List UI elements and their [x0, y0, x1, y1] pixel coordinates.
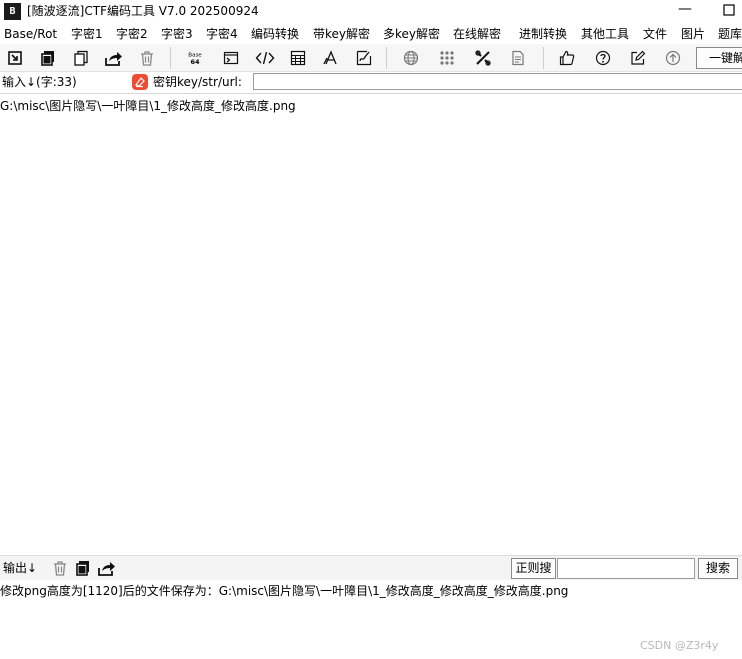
output-label: 输出↓ — [3, 561, 38, 575]
upload-icon[interactable] — [662, 48, 684, 68]
menu-encoding[interactable]: 编码转换 — [251, 26, 299, 42]
toolbar: Base 64 一键解 — [0, 44, 742, 72]
share-icon[interactable] — [103, 48, 125, 68]
regex-search-button[interactable]: 正则搜 — [511, 558, 556, 579]
app-logo-icon: B — [4, 3, 21, 20]
key-eraser-icon[interactable] — [132, 74, 148, 90]
output-copy-icon[interactable] — [73, 558, 93, 578]
watermark: CSDN @Z3r4y — [640, 639, 719, 652]
paste-icon[interactable] — [70, 48, 92, 68]
copy-stack-icon[interactable] — [37, 48, 59, 68]
signature-icon[interactable] — [353, 48, 375, 68]
tools-icon[interactable] — [472, 48, 494, 68]
menu-zimi3[interactable]: 字密3 — [161, 26, 193, 42]
key-input[interactable] — [253, 73, 742, 90]
output-content: 修改png高度为[1120]后的文件保存为：G:\misc\图片隐写\一叶障目\… — [0, 584, 569, 598]
one-key-decode-button[interactable]: 一键解 — [696, 47, 742, 69]
toolbar-separator — [543, 47, 544, 69]
menu-question-bank[interactable]: 题库 — [718, 26, 742, 42]
key-label: 密钥key/str/url: — [153, 75, 242, 89]
help-icon[interactable] — [592, 48, 614, 68]
maximize-icon — [723, 4, 735, 16]
input-textarea[interactable]: G:\misc\图片隐写\一叶障目\1_修改高度_修改高度.png — [0, 93, 742, 555]
trash-icon[interactable] — [136, 48, 158, 68]
menu-bar: Base/Rot 字密1 字密2 字密3 字密4 编码转换 带key解密 多ke… — [0, 24, 742, 44]
output-textarea[interactable]: 修改png高度为[1120]后的文件保存为：G:\misc\图片隐写\一叶障目\… — [0, 580, 742, 659]
input-label: 输入↓(字:33) — [2, 75, 77, 89]
menu-zimi4[interactable]: 字密4 — [206, 26, 238, 42]
menu-image[interactable]: 图片 — [681, 26, 705, 42]
output-header-row: 输出↓ 正则搜 搜索 — [0, 555, 742, 580]
base64-icon[interactable]: Base 64 — [184, 48, 206, 68]
menu-online-decrypt[interactable]: 在线解密 — [453, 26, 501, 42]
document-icon[interactable] — [507, 48, 529, 68]
menu-key-decrypt[interactable]: 带key解密 — [313, 26, 370, 42]
menu-radix[interactable]: 进制转换 — [519, 26, 567, 42]
input-header-row: 输入↓(字:33) 密钥key/str/url: — [0, 72, 742, 92]
calculator-icon[interactable] — [287, 48, 309, 68]
menu-file[interactable]: 文件 — [643, 26, 667, 42]
toolbar-separator — [170, 47, 171, 69]
menu-zimi1[interactable]: 字密1 — [71, 26, 103, 42]
menu-zimi2[interactable]: 字密2 — [116, 26, 148, 42]
input-content: G:\misc\图片隐写\一叶障目\1_修改高度_修改高度.png — [0, 99, 296, 113]
terminal-icon[interactable] — [220, 48, 242, 68]
grid-icon[interactable] — [436, 48, 458, 68]
title-bar: B [随波逐流]CTF编码工具 V7.0 202500924 — — [0, 0, 742, 24]
search-input[interactable] — [557, 558, 695, 579]
menu-multikey-decrypt[interactable]: 多key解密 — [383, 26, 440, 42]
thumbs-up-icon[interactable] — [556, 48, 578, 68]
search-button[interactable]: 搜索 — [698, 558, 738, 579]
menu-other-tools[interactable]: 其他工具 — [581, 26, 629, 42]
import-icon[interactable] — [4, 48, 26, 68]
code-icon[interactable] — [254, 48, 276, 68]
globe-icon[interactable] — [400, 48, 422, 68]
edit-icon[interactable] — [627, 48, 649, 68]
maximize-button[interactable] — [721, 2, 737, 18]
toolbar-separator — [386, 47, 387, 69]
output-trash-icon[interactable] — [50, 558, 70, 578]
output-share-icon[interactable] — [97, 558, 117, 578]
minimize-button[interactable]: — — [677, 2, 693, 18]
font-icon[interactable] — [320, 48, 342, 68]
menu-base-rot[interactable]: Base/Rot — [4, 26, 57, 42]
window-title: [随波逐流]CTF编码工具 V7.0 202500924 — [27, 4, 259, 18]
svg-text:64: 64 — [190, 58, 200, 66]
